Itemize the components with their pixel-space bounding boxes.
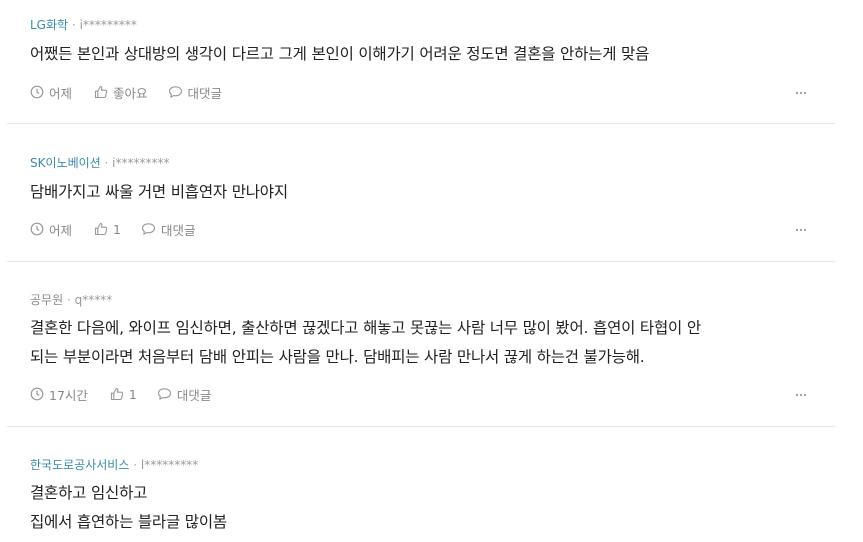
comment-text-line: 되는 부분이라면 처음부터 담배 안피는 사람을 만나. 담배피는 사람 만나서… [30, 348, 645, 366]
reply-button[interactable]: 대댓글 [141, 220, 196, 239]
comment-actions: 어제 좋아요 대댓글 [30, 83, 242, 101]
like-count: 1 [113, 221, 121, 237]
comment-text-line: 결혼한 다음에, 와이프 임신하면, 출산하면 끊겠다고 해놓고 못끊는 사람 … [30, 319, 701, 337]
company-link[interactable]: SK이노베이션 [30, 156, 101, 170]
meta-separator: · [66, 293, 71, 307]
timestamp: 어제 [30, 220, 72, 239]
timestamp-label: 어제 [49, 85, 73, 101]
thumbs-up-icon [94, 222, 108, 236]
timestamp-label: 17시간 [49, 387, 88, 403]
username: l********* [140, 458, 199, 472]
comment-text: 결혼하고 임신하고 집에서 흡연하는 블라글 많이봄 [30, 479, 820, 537]
comment-text-line: 어쨌든 본인과 상대방의 생각이 다르고 그게 본인이 이해가기 어려운 정도면… [30, 45, 650, 63]
reply-label: 대댓글 [176, 387, 212, 403]
timestamp: 어제 [30, 83, 72, 102]
comment-meta: LG화학 · i********* [30, 17, 137, 33]
more-icon[interactable] [794, 223, 808, 237]
meta-separator: · [104, 156, 109, 170]
company-link[interactable]: LG화학 [30, 18, 68, 32]
speech-bubble-icon [168, 86, 182, 98]
clock-icon [30, 387, 44, 401]
like-count: 1 [128, 386, 137, 402]
comment-meta: SK이노베이션 · i********* [30, 155, 170, 171]
like-button[interactable]: 1 [94, 222, 121, 237]
like-button[interactable]: 1 [110, 387, 137, 402]
clock-icon [30, 85, 44, 99]
comment-card: LG화학 · i********* 어쨌든 본인과 상대방의 생각이 다르고 그… [7, 0, 835, 124]
username: q***** [74, 293, 113, 307]
reply-button[interactable]: 대댓글 [168, 83, 223, 102]
speech-bubble-icon [141, 223, 156, 235]
meta-separator: · [133, 458, 138, 472]
comment-card: 공무원 · q***** 결혼한 다음에, 와이프 임신하면, 출산하면 끊겠다… [7, 262, 835, 427]
like-button[interactable]: 좋아요 [94, 83, 148, 102]
comment-meta: 공무원 · q***** [30, 292, 112, 308]
company-link[interactable]: 한국도로공사서비스 [30, 458, 129, 472]
comment-meta: 한국도로공사서비스 · l********* [30, 457, 198, 473]
comment-text-line: 결혼하고 임신하고 [30, 484, 148, 502]
username: i********* [112, 156, 170, 170]
comment-text-line: 집에서 흡연하는 블라글 많이봄 [30, 513, 227, 531]
comment-card: SK이노베이션 · i********* 담배가지고 싸울 거면 비흡연자 만나… [7, 124, 835, 262]
like-label: 좋아요 [113, 85, 148, 101]
reply-button[interactable]: 대댓글 [157, 385, 212, 404]
company-label: 공무원 [30, 293, 64, 307]
thumbs-up-icon [110, 387, 124, 401]
clock-icon [30, 222, 44, 236]
more-icon[interactable] [794, 86, 808, 100]
thumbs-up-icon [94, 85, 108, 99]
comment-text: 어쨌든 본인과 상대방의 생각이 다르고 그게 본인이 이해가기 어려운 정도면… [30, 40, 820, 69]
comment-text: 담배가지고 싸울 거면 비흡연자 만나야지 [30, 178, 820, 207]
meta-separator: · [71, 18, 76, 32]
comment-actions: 어제 1 대댓글 [30, 220, 215, 238]
username: i********* [79, 18, 137, 32]
timestamp-label: 어제 [49, 222, 73, 238]
more-icon[interactable] [794, 388, 808, 402]
comment-text: 결혼한 다음에, 와이프 임신하면, 출산하면 끊겠다고 해놓고 못끊는 사람 … [30, 314, 820, 372]
comment-card: 한국도로공사서비스 · l********* 결혼하고 임신하고 집에서 흡연하… [7, 427, 835, 542]
timestamp: 17시간 [30, 385, 88, 404]
reply-label: 대댓글 [187, 85, 223, 101]
comment-actions: 17시간 1 대댓글 [30, 385, 231, 403]
speech-bubble-icon [157, 388, 171, 400]
reply-label: 대댓글 [160, 222, 196, 238]
comment-text-line: 담배가지고 싸울 거면 비흡연자 만나야지 [30, 183, 288, 201]
